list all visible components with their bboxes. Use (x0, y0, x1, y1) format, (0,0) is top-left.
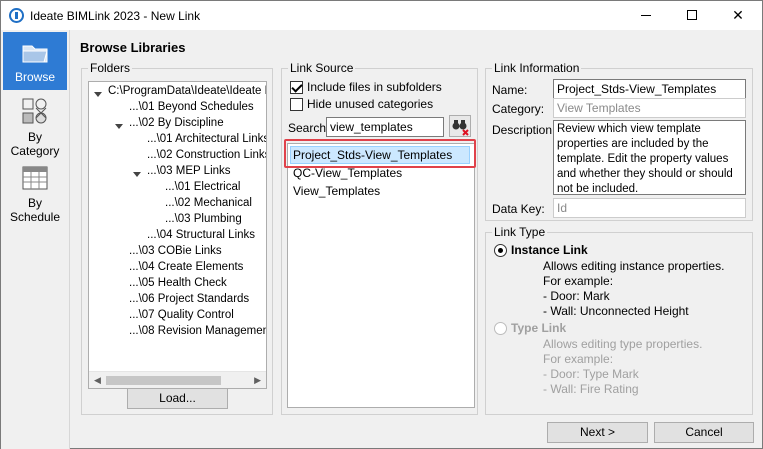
type-desc-line: Allows editing type properties. (543, 337, 703, 351)
tree-item[interactable]: C:\ProgramData\Ideate\Ideate BI (108, 85, 266, 97)
link-source-legend: Link Source (288, 61, 356, 75)
tree-item[interactable]: ...\01 Electrical (165, 181, 240, 193)
scroll-right-icon[interactable]: ▶ (254, 375, 261, 386)
minimize-button[interactable] (623, 1, 669, 30)
results-list[interactable]: Project_Stds-View_Templates QC-View_Temp… (287, 143, 475, 408)
sidebar: Browse By Category By Schedule (1, 30, 70, 449)
instance-desc-line: - Wall: Unconnected Height (543, 304, 689, 318)
link-info-group: Link Information Name: Project_Stds-View… (485, 61, 753, 221)
schedule-icon (22, 166, 48, 190)
category-field: View Templates (553, 98, 746, 118)
instance-link-label: Instance Link (511, 243, 588, 257)
link-info-legend: Link Information (492, 61, 582, 75)
hide-unused-checkbox[interactable] (290, 98, 303, 111)
name-input[interactable]: Project_Stds-View_Templates (553, 79, 746, 99)
app-logo-icon (9, 8, 24, 23)
tree-item[interactable]: ...\06 Project Standards (129, 293, 249, 305)
type-link-label: Type Link (511, 321, 567, 335)
page-title: Browse Libraries (80, 40, 186, 55)
include-subfolders-label: Include files in subfolders (307, 80, 442, 94)
name-label: Name: (492, 83, 528, 97)
close-button[interactable]: ✕ (715, 1, 761, 30)
type-desc-line: - Door: Type Mark (543, 367, 639, 381)
horizontal-scrollbar[interactable]: ◀ ▶ (89, 371, 266, 388)
hide-unused-label: Hide unused categories (307, 97, 434, 111)
window-title: Ideate BIMLink 2023 - New Link (30, 9, 201, 23)
tree-item[interactable]: ...\05 Health Check (129, 277, 227, 289)
instance-desc-line: Allows editing instance properties. (543, 259, 725, 273)
search-label: Search: (288, 121, 330, 135)
link-source-group: Link Source Include files in subfolders … (281, 61, 478, 415)
type-desc-line: For example: (543, 352, 614, 366)
type-link-radio[interactable] (494, 322, 507, 335)
tree-item[interactable]: ...\08 Revision Management (129, 325, 266, 337)
tree-item[interactable]: ...\01 Architectural Links (147, 133, 266, 145)
datakey-field: Id (553, 198, 746, 218)
tree-item[interactable]: ...\01 Beyond Schedules (129, 101, 254, 113)
tree-item[interactable]: ...\02 By Discipline (129, 117, 224, 129)
description-field[interactable]: Review which view template properties ar… (553, 120, 746, 195)
description-label: Description: (492, 123, 556, 137)
sidebar-item-label: By Schedule (9, 196, 61, 224)
title-bar: Ideate BIMLink 2023 - New Link ✕ (1, 1, 762, 30)
instance-desc-line: - Door: Mark (543, 289, 610, 303)
folder-icon (22, 45, 48, 63)
folders-legend: Folders (88, 61, 133, 75)
expand-icon[interactable] (133, 172, 141, 177)
tree-item[interactable]: ...\02 Construction Links (147, 149, 266, 161)
load-button[interactable]: Load... (127, 388, 228, 409)
tree-item[interactable]: ...\03 MEP Links (147, 165, 231, 177)
maximize-icon (687, 10, 697, 20)
include-subfolders-checkbox[interactable] (290, 81, 303, 94)
scroll-thumb[interactable] (106, 376, 221, 385)
folders-group: Folders C:\ProgramData\Ideate\Ideate BI … (81, 61, 273, 415)
sidebar-item-label: By Category (10, 130, 60, 158)
tree-item[interactable]: ...\03 Plumbing (165, 213, 242, 225)
list-item[interactable]: QC-View_Templates (293, 166, 402, 180)
sidebar-item-by-schedule[interactable]: By Schedule (3, 160, 67, 224)
folder-tree[interactable]: C:\ProgramData\Ideate\Ideate BI ...\01 B… (88, 81, 267, 389)
link-type-legend: Link Type (492, 225, 548, 239)
search-input[interactable]: view_templates (326, 117, 444, 137)
category-icon (22, 98, 47, 124)
binoculars-icon (452, 120, 469, 136)
expand-icon[interactable] (115, 124, 123, 129)
sidebar-item-by-category[interactable]: By Category (3, 96, 67, 158)
maximize-button[interactable] (669, 1, 715, 30)
sidebar-item-browse[interactable]: Browse (3, 32, 67, 90)
cancel-button[interactable]: Cancel (654, 422, 754, 443)
link-type-group: Link Type Instance Link Allows editing i… (485, 225, 753, 415)
tree-item[interactable]: ...\07 Quality Control (129, 309, 234, 321)
tree-item[interactable]: ...\03 COBie Links (129, 245, 222, 257)
category-label: Category: (492, 102, 545, 116)
tree-item[interactable]: ...\04 Create Elements (129, 261, 243, 273)
sidebar-item-label: Browse (14, 70, 55, 84)
instance-desc-line: For example: (543, 274, 614, 288)
type-desc-line: - Wall: Fire Rating (543, 382, 639, 396)
instance-link-radio[interactable] (494, 244, 507, 257)
tree-item[interactable]: ...\04 Structural Links (147, 229, 255, 241)
scroll-left-icon[interactable]: ◀ (94, 375, 101, 386)
list-item[interactable]: View_Templates (293, 184, 380, 198)
datakey-label: Data Key: (492, 202, 545, 216)
tree-item[interactable]: ...\02 Mechanical (165, 197, 252, 209)
highlight-box (284, 139, 476, 168)
minimize-icon (641, 15, 651, 16)
search-button[interactable] (449, 115, 471, 137)
dialog-window: Ideate BIMLink 2023 - New Link ✕ Browse … (0, 0, 763, 449)
expand-icon[interactable] (94, 92, 102, 97)
next-button[interactable]: Next > (547, 422, 648, 443)
